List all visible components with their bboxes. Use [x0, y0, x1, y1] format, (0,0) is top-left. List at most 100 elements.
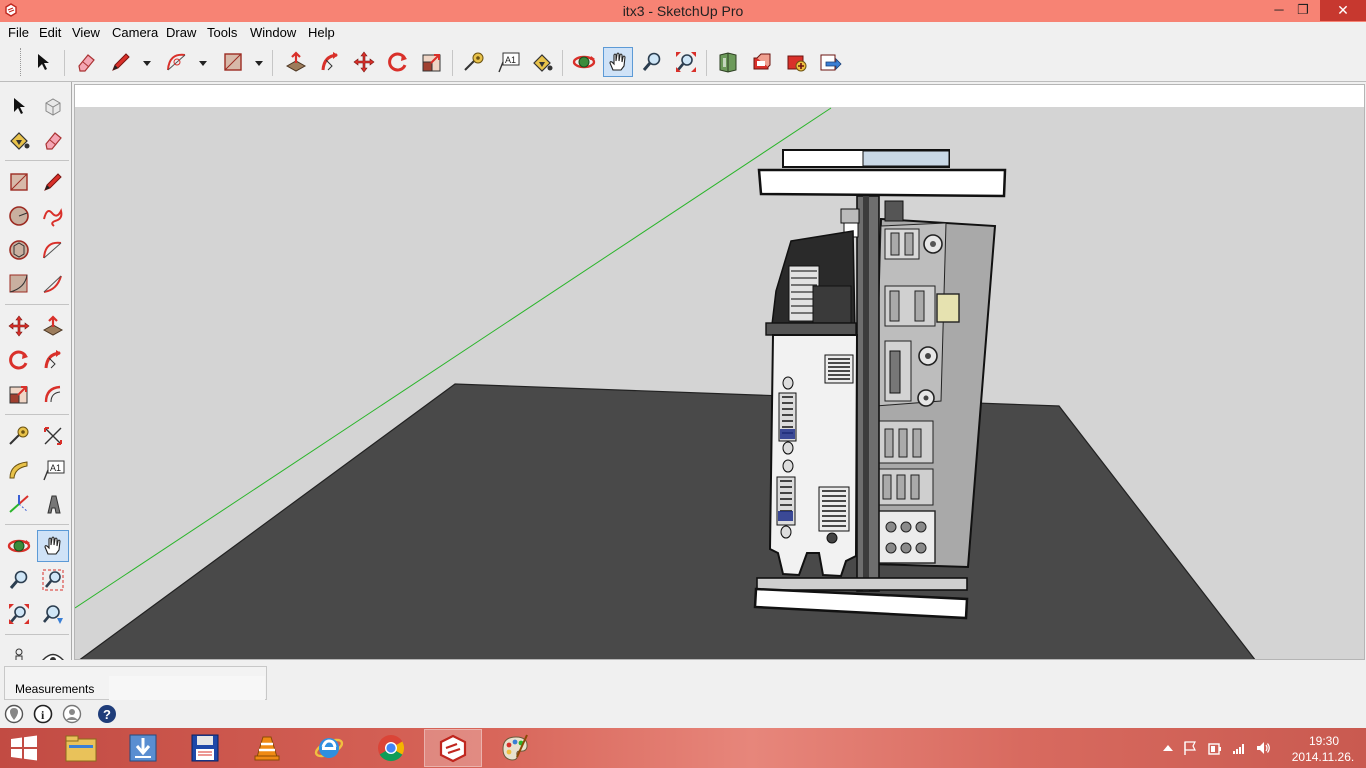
zoom-tool-button[interactable] [637, 47, 667, 77]
model-viewport[interactable] [74, 84, 1365, 660]
zoom-extents-tool-button[interactable] [671, 47, 701, 77]
pan-tool-button[interactable] [603, 47, 633, 77]
push-pull-tool-button[interactable] [37, 310, 69, 342]
battery-power-icon[interactable] [1207, 740, 1223, 756]
menu-file[interactable]: File [8, 25, 29, 40]
line-tool-button[interactable] [37, 166, 69, 198]
zoom-window-tool-button[interactable] [37, 564, 69, 596]
move-arrows-icon [8, 315, 30, 337]
rectangle-tool-button[interactable] [218, 47, 248, 77]
extension-warehouse-button[interactable] [781, 47, 811, 77]
paint-bucket-tool-button[interactable] [527, 47, 557, 77]
orbit-tool-button[interactable] [569, 47, 599, 77]
orbit-icon [7, 539, 31, 553]
tape-measure-tool-button[interactable] [459, 47, 489, 77]
select-tool-button[interactable] [3, 90, 35, 122]
arc-tool-button[interactable] [37, 234, 69, 266]
zoom-tool-button[interactable] [3, 564, 35, 596]
taskbar-chrome[interactable] [362, 729, 420, 767]
taskbar-clock-date[interactable]: 2014.11.26. [1288, 750, 1358, 764]
text-tool-button[interactable]: A1 [493, 47, 523, 77]
taskbar-file-explorer[interactable] [52, 729, 110, 767]
rectangle-dropdown-icon[interactable] [254, 58, 264, 68]
line-tool-button[interactable] [106, 47, 136, 77]
ground-plane [79, 383, 1256, 659]
itx-case-model[interactable] [753, 149, 1007, 620]
measurements-label: Measurements [15, 682, 95, 696]
geo-location-icon[interactable] [4, 704, 24, 724]
select-tool-button[interactable] [28, 47, 58, 77]
3d-warehouse-button[interactable] [713, 47, 743, 77]
pie-tool-button[interactable] [37, 268, 69, 300]
zoom-extents-tool-button[interactable] [3, 598, 35, 630]
taskbar-vlc[interactable] [238, 729, 296, 767]
circle-tool-button[interactable] [3, 200, 35, 232]
taskbar-save-app[interactable] [176, 729, 234, 767]
magnifier-icon [9, 570, 28, 589]
push-pull-tool-button[interactable] [281, 47, 311, 77]
position-camera-button[interactable] [3, 640, 35, 660]
rectangle-tool-button[interactable] [3, 166, 35, 198]
taskbar-clock-time[interactable]: 19:30 [1294, 734, 1354, 748]
move-tool-button[interactable] [349, 47, 379, 77]
toolbar-separator [706, 50, 707, 76]
orbit-tool-button[interactable] [3, 530, 35, 562]
menu-draw[interactable]: Draw [166, 25, 196, 40]
eraser-tool-button[interactable] [37, 124, 69, 156]
menu-camera[interactable]: Camera [112, 25, 158, 40]
arc-dropdown-icon[interactable] [198, 58, 208, 68]
eraser-tool-button[interactable] [71, 47, 101, 77]
taskbar-paint[interactable] [486, 729, 544, 767]
taskbar-sketchup[interactable] [424, 729, 482, 767]
paint-bucket-tool-button[interactable] [3, 124, 35, 156]
freehand-tool-button[interactable] [37, 200, 69, 232]
windows-start-icon[interactable] [8, 734, 40, 762]
text-tool-button[interactable]: A1 [37, 454, 69, 486]
network-signal-icon[interactable] [1231, 740, 1247, 756]
user-account-icon[interactable] [62, 704, 82, 724]
line-dropdown-icon[interactable] [142, 58, 152, 68]
show-hidden-icons-icon[interactable] [1160, 740, 1176, 756]
menu-tools[interactable]: Tools [207, 25, 237, 40]
menu-help[interactable]: Help [308, 25, 335, 40]
rotate-tool-button[interactable] [3, 344, 35, 376]
maximize-button[interactable]: ❐ [1290, 0, 1316, 21]
taskbar-downloads[interactable] [114, 729, 172, 767]
axes-tool-button[interactable] [3, 488, 35, 520]
menu-edit[interactable]: Edit [39, 25, 61, 40]
help-icon[interactable]: ? [97, 704, 117, 724]
toolbar-grip[interactable] [20, 48, 23, 76]
send-to-layout-button[interactable] [815, 47, 845, 77]
follow-me-tool-button[interactable] [315, 47, 345, 77]
look-around-button[interactable] [37, 640, 69, 660]
make-component-button[interactable] [37, 90, 69, 122]
previous-view-button[interactable] [37, 598, 69, 630]
taskbar-internet-explorer[interactable] [300, 729, 358, 767]
protractor-tool-button[interactable] [3, 454, 35, 486]
close-button[interactable]: ✕ [1320, 0, 1366, 21]
move-tool-button[interactable] [3, 310, 35, 342]
offset-tool-button[interactable] [37, 378, 69, 410]
action-center-flag-icon[interactable] [1182, 740, 1198, 756]
menu-window[interactable]: Window [250, 25, 296, 40]
pan-tool-button[interactable] [37, 530, 69, 562]
volume-speaker-icon[interactable] [1255, 740, 1271, 756]
arc-tool-button[interactable] [162, 47, 192, 77]
share-model-button[interactable] [747, 47, 777, 77]
scene-canvas [75, 85, 1364, 659]
tape-measure-tool-button[interactable] [3, 420, 35, 452]
scale-tool-button[interactable] [417, 47, 447, 77]
menu-view[interactable]: View [72, 25, 100, 40]
two-point-arc-tool-button[interactable] [3, 268, 35, 300]
circle-icon [9, 206, 29, 226]
3d-text-tool-button[interactable] [37, 488, 69, 520]
dimension-tool-button[interactable] [37, 420, 69, 452]
3d-text-icon [47, 495, 61, 514]
rotate-tool-button[interactable] [383, 47, 413, 77]
scale-tool-button[interactable] [3, 378, 35, 410]
follow-me-tool-button[interactable] [37, 344, 69, 376]
pencil-icon [112, 53, 130, 71]
credits-icon[interactable]: i [33, 704, 53, 724]
measurements-input[interactable] [109, 676, 265, 700]
polygon-tool-button[interactable] [3, 234, 35, 266]
